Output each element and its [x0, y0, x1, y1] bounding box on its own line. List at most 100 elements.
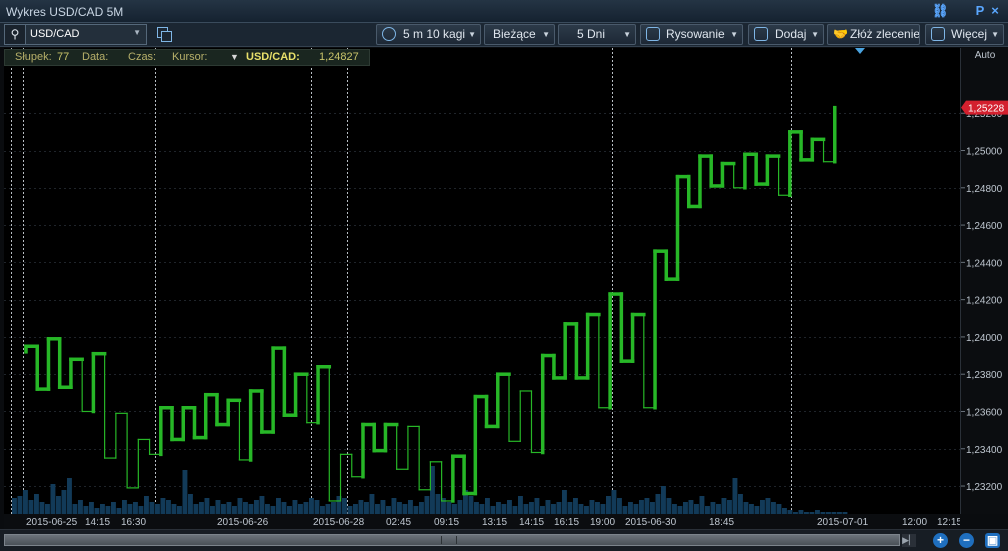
chevron-down-icon: ▼ — [623, 30, 631, 39]
more-label: Więcej — [951, 27, 988, 41]
volume-bar — [364, 502, 369, 514]
volume-bar — [34, 494, 39, 514]
mode-dropdown[interactable]: Bieżące ▼ — [484, 24, 555, 45]
volume-bar — [485, 498, 490, 514]
time-tick-label: 2015-06-25 — [26, 517, 78, 528]
interval-dropdown[interactable]: 5 m 10 kagi ▼ — [376, 24, 481, 45]
price-value: 1,24827 — [319, 51, 359, 63]
volume-bar — [149, 502, 155, 514]
volume-bar — [688, 500, 694, 514]
zoom-out-icon[interactable]: − — [959, 533, 974, 548]
cursor-label: Kursor: — [172, 51, 208, 63]
drawing-dropdown[interactable]: Rysowanie ▼ — [640, 24, 743, 45]
volume-bar — [193, 504, 199, 514]
volume-bar — [303, 502, 309, 514]
price-tick-label: 1,24000 — [966, 333, 1003, 344]
volume-bar — [292, 500, 298, 514]
volume-bar — [100, 504, 105, 514]
volume-bar — [666, 498, 672, 514]
volume-bar — [78, 500, 83, 514]
cursor-info-bar: Słupek: 77 Data: Czas: Kursor: ▼ USD/CAD… — [4, 49, 370, 66]
add-dropdown[interactable]: Dodaj ▼ — [748, 24, 824, 45]
scrollbar-thumb[interactable] — [4, 534, 900, 546]
volume-bar — [232, 506, 237, 514]
volume-bar — [237, 498, 243, 514]
volume-bar — [589, 500, 595, 514]
current-price-label: 1,25228 — [968, 104, 1005, 115]
link-icon[interactable]: ⛓ — [932, 3, 949, 19]
volume-bar — [56, 496, 61, 514]
clock-icon — [382, 27, 396, 41]
volume-bar — [710, 502, 716, 514]
volume-bar — [661, 486, 666, 514]
time-tick-label: 09:15 — [434, 517, 459, 528]
volume-bar — [529, 502, 534, 514]
range-dropdown[interactable]: 5 Dni ▼ — [558, 24, 636, 45]
volume-bar — [490, 506, 496, 514]
scrollbar-grip[interactable] — [441, 536, 457, 544]
volume-bar — [111, 502, 116, 514]
price-tick-label: 1,24600 — [966, 221, 1003, 232]
chart-toolbar: ⚲ USD/CAD ▼ 5 m 10 kagi ▼ Bieżące ▼ 5 Dn… — [0, 23, 1008, 47]
close-button[interactable]: × — [987, 3, 1003, 19]
symbol-selector[interactable]: ⚲ USD/CAD ▼ — [4, 24, 147, 45]
chart-scrollbar[interactable]: ▶▏ + − ▣ — [0, 529, 1008, 551]
time-tick-label: 2015-06-30 — [625, 517, 677, 528]
volume-bar — [160, 498, 166, 514]
duplicate-windows-icon[interactable] — [157, 27, 172, 42]
chevron-down-icon: ▼ — [468, 30, 476, 39]
volume-bar — [287, 506, 292, 514]
volume-bar — [424, 496, 430, 514]
volume-bar — [474, 502, 479, 514]
price-axis[interactable]: Auto 1,23200 1,23400 1,23600 1,23800 1,24000… — [960, 48, 1008, 514]
kagi-chart[interactable] — [4, 48, 960, 514]
current-bar-marker — [855, 48, 865, 54]
volume-bar — [138, 506, 144, 514]
bar-value: 77 — [57, 51, 70, 63]
time-tick-label: 16:15 — [554, 517, 579, 528]
volume-bar — [545, 500, 551, 514]
place-order-button[interactable]: 🤝 Złóż zlecenie — [827, 24, 920, 45]
volume-bar — [259, 496, 265, 514]
time-tick-label: 16:30 — [121, 517, 146, 528]
volume-bar — [199, 502, 204, 514]
volume-bar — [650, 502, 655, 514]
price-tick-label: 1,25000 — [966, 147, 1003, 158]
volume-bar — [325, 504, 331, 514]
more-dropdown[interactable]: Więcej ▼ — [925, 24, 1004, 45]
scroll-end-button[interactable]: ▶▏ — [902, 534, 916, 547]
handshake-icon: 🤝 — [833, 27, 848, 41]
symbol-value: USD/CAD — [30, 28, 80, 40]
volume-bar — [644, 498, 650, 514]
volume-bar — [347, 506, 353, 514]
volume-bar — [534, 498, 540, 514]
place-order-label: Złóż zlecenie — [850, 27, 920, 41]
volume-bar — [611, 490, 617, 514]
volume-bar — [270, 506, 276, 514]
volume-bar — [578, 504, 584, 514]
collapse-triangle-icon[interactable]: ▼ — [230, 52, 239, 62]
volume-bar — [727, 500, 732, 514]
price-tick-label: 1,23200 — [966, 482, 1003, 493]
volume-bar — [50, 484, 56, 514]
chevron-down-icon: ▼ — [542, 30, 550, 39]
zoom-in-icon[interactable]: + — [933, 533, 948, 548]
volume-bar — [221, 504, 226, 514]
volume-bar — [721, 498, 727, 514]
volume-bar — [683, 502, 688, 514]
volume-bar — [72, 504, 78, 514]
time-tick-label: 14:15 — [85, 517, 110, 528]
volume-bar — [369, 494, 375, 514]
lock-icon[interactable]: ▣ — [985, 533, 1000, 548]
volume-bar — [215, 500, 221, 514]
volume-bar — [314, 500, 320, 514]
volume-bar — [732, 478, 738, 514]
volume-bar — [397, 502, 402, 514]
pin-button[interactable]: P — [972, 3, 988, 19]
volume-bar — [501, 504, 507, 514]
time-tick-label: 14:15 — [519, 517, 544, 528]
chevron-down-icon: ▼ — [133, 28, 141, 37]
add-label: Dodaj — [775, 27, 807, 41]
volume-bar — [298, 504, 303, 514]
chart-area[interactable] — [4, 48, 960, 514]
